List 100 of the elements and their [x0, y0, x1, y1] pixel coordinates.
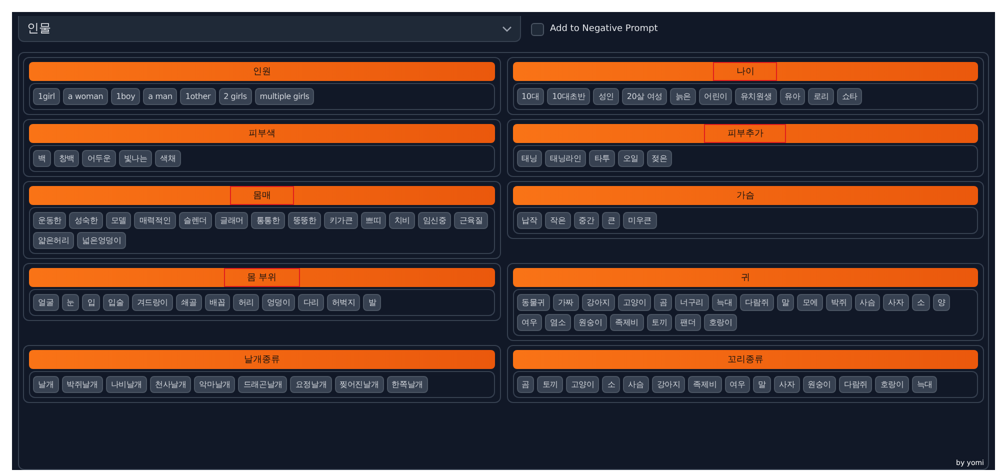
- tag-button[interactable]: 강아지: [652, 376, 686, 393]
- tag-button[interactable]: 유치원생: [735, 88, 777, 105]
- checkbox[interactable]: [531, 22, 544, 36]
- tag-button[interactable]: 강아지: [582, 294, 615, 311]
- tag-button[interactable]: 넓은엉덩이: [77, 232, 126, 249]
- tag-button[interactable]: 1other: [180, 88, 216, 105]
- tag-button[interactable]: 허리: [233, 294, 259, 311]
- tag-button[interactable]: 미우큰: [623, 212, 657, 229]
- tag-button[interactable]: 원숭이: [802, 376, 836, 393]
- tag-button[interactable]: 너구리: [675, 294, 709, 311]
- tag-button[interactable]: 발: [363, 294, 382, 311]
- tag-button[interactable]: 팬더: [675, 314, 701, 331]
- tag-button[interactable]: 매력적인: [134, 212, 176, 229]
- tag-button[interactable]: 1boy: [111, 88, 140, 105]
- tag-button[interactable]: 운동한: [33, 212, 66, 229]
- tag-button[interactable]: 10대: [516, 88, 544, 105]
- tag-button[interactable]: 동물귀: [516, 294, 550, 311]
- tag-button[interactable]: 어두운: [82, 150, 116, 167]
- tag-button[interactable]: a woman: [62, 88, 108, 105]
- tag-button[interactable]: 글래머: [215, 212, 248, 229]
- tag-button[interactable]: 말: [776, 294, 794, 311]
- tag-button[interactable]: 유아: [780, 88, 806, 105]
- tag-button[interactable]: 찢어진날개: [334, 376, 384, 393]
- tag-button[interactable]: 치비: [389, 212, 415, 229]
- tag-button[interactable]: 날개: [33, 376, 59, 393]
- tag-button[interactable]: a man: [143, 88, 178, 105]
- tag-button[interactable]: 쇼타: [836, 88, 862, 105]
- tag-button[interactable]: 고양이: [566, 376, 600, 393]
- tag-button[interactable]: 사자: [774, 376, 800, 393]
- tag-button[interactable]: 로리: [808, 88, 834, 105]
- tag-button[interactable]: 백: [33, 150, 51, 167]
- tag-button[interactable]: 어린이: [699, 88, 732, 105]
- tag-button[interactable]: 창백: [54, 150, 80, 167]
- tag-button[interactable]: 모델: [106, 212, 132, 229]
- tag-button[interactable]: 임신중: [418, 212, 452, 229]
- tag-button[interactable]: 작은: [545, 212, 571, 229]
- tag-button[interactable]: 모에: [797, 294, 823, 311]
- tag-button[interactable]: 엉덩이: [262, 294, 296, 311]
- tag-button[interactable]: 소: [602, 376, 620, 393]
- tag-button[interactable]: 슬렌더: [178, 212, 212, 229]
- tag-button[interactable]: 오일: [618, 150, 644, 167]
- tag-button[interactable]: 다리: [298, 294, 324, 311]
- tag-button[interactable]: 한쪽날개: [386, 376, 428, 393]
- tag-button[interactable]: 가짜: [552, 294, 579, 311]
- tag-button[interactable]: 쇄골: [176, 294, 202, 311]
- tag-button[interactable]: 태닝: [516, 150, 542, 167]
- tag-button[interactable]: 다람쥐: [839, 376, 872, 393]
- tag-button[interactable]: 색채: [155, 150, 181, 167]
- tag-button[interactable]: 겨드랑이: [132, 294, 174, 311]
- tag-button[interactable]: 얼굴: [33, 294, 59, 311]
- tag-button[interactable]: 쁘띠: [360, 212, 386, 229]
- tag-button[interactable]: 여우: [516, 314, 542, 331]
- tag-button[interactable]: 2 girls: [218, 88, 252, 105]
- tag-button[interactable]: 납작: [516, 212, 542, 229]
- tag-button[interactable]: 곰: [654, 294, 672, 311]
- tag-button[interactable]: 성숙한: [69, 212, 103, 229]
- tag-button[interactable]: 박쥐날개: [62, 376, 103, 393]
- tag-button[interactable]: 나비날개: [106, 376, 148, 393]
- tag-button[interactable]: 토끼: [537, 376, 563, 393]
- tag-button[interactable]: 성인: [593, 88, 619, 105]
- tag-button[interactable]: 말: [753, 376, 771, 393]
- tag-button[interactable]: 천사날개: [150, 376, 192, 393]
- tag-button[interactable]: 태닝라인: [545, 150, 586, 167]
- tag-button[interactable]: 소: [912, 294, 930, 311]
- tag-button[interactable]: 호랑이: [704, 314, 738, 331]
- tag-button[interactable]: 중간: [574, 212, 600, 229]
- tag-button[interactable]: 족제비: [688, 376, 722, 393]
- tag-button[interactable]: 근육질: [454, 212, 488, 229]
- tag-button[interactable]: 배꼽: [204, 294, 230, 311]
- tag-button[interactable]: 호랑이: [875, 376, 909, 393]
- tag-button[interactable]: 악마날개: [194, 376, 236, 393]
- tag-button[interactable]: 10대초반: [547, 88, 590, 105]
- dropdown[interactable]: 인물: [18, 16, 521, 42]
- tag-button[interactable]: 키가큰: [324, 212, 358, 229]
- tag-button[interactable]: 염소: [545, 314, 571, 331]
- tag-button[interactable]: 허벅지: [326, 294, 360, 311]
- tag-button[interactable]: 뚱뚱한: [288, 212, 322, 229]
- tag-button[interactable]: 토끼: [646, 314, 672, 331]
- tag-button[interactable]: 드래곤날개: [238, 376, 288, 393]
- tag-button[interactable]: 사자: [883, 294, 909, 311]
- tag-button[interactable]: 요정날개: [290, 376, 332, 393]
- tag-button[interactable]: 타투: [589, 150, 615, 167]
- tag-button[interactable]: 사슴: [854, 294, 880, 311]
- tag-button[interactable]: 박쥐: [826, 294, 852, 311]
- tag-button[interactable]: 통통한: [251, 212, 285, 229]
- tag-button[interactable]: 원숭이: [574, 314, 608, 331]
- tag-button[interactable]: 족제비: [610, 314, 644, 331]
- tag-button[interactable]: 곰: [516, 376, 534, 393]
- tag-button[interactable]: 늑대: [912, 376, 938, 393]
- tag-button[interactable]: 입: [82, 294, 100, 311]
- tag-button[interactable]: 늙은: [670, 88, 696, 105]
- tag-button[interactable]: multiple girls: [254, 88, 314, 105]
- tag-button[interactable]: 입술: [103, 294, 129, 311]
- tag-button[interactable]: 사슴: [623, 376, 649, 393]
- tag-button[interactable]: 젖은: [646, 150, 672, 167]
- tag-button[interactable]: 20살 여성: [622, 88, 668, 105]
- tag-button[interactable]: 큰: [602, 212, 620, 229]
- tag-button[interactable]: 1girl: [33, 88, 60, 105]
- tag-button[interactable]: 다람쥐: [740, 294, 774, 311]
- tag-button[interactable]: 눈: [62, 294, 80, 311]
